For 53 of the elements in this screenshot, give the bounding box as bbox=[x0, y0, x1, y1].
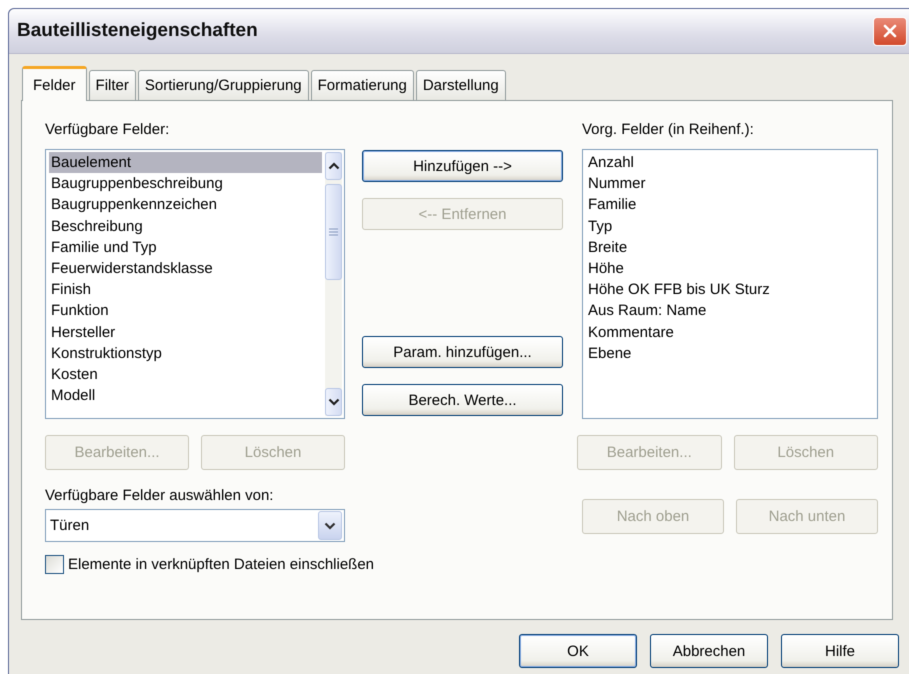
list-item[interactable]: Finish bbox=[49, 279, 322, 300]
list-item[interactable]: Kosten bbox=[49, 364, 322, 386]
list-item[interactable]: Konstruktionstyp bbox=[49, 342, 322, 364]
tab[interactable]: Darstellung bbox=[416, 70, 506, 100]
field-label: Verfügbare Felder auswählen von: bbox=[45, 487, 274, 504]
close-icon bbox=[882, 23, 898, 39]
scroll-thumb[interactable] bbox=[325, 184, 342, 280]
field-label: Verfügbare Felder: bbox=[45, 121, 170, 138]
list-item[interactable]: Familie bbox=[586, 194, 874, 216]
available-fields-list[interactable]: Bauelement Baugruppenbeschreibung Baugruppenkennzeichen Beschreibung Familie und Typ Feuerwiderstandsklasse Finish Funktion Hersteller Konstruktionstyp Kosten Modell bbox=[45, 149, 345, 419]
list-item[interactable]: Höhe bbox=[586, 258, 874, 280]
list-item[interactable]: Typ bbox=[586, 216, 874, 237]
list-item[interactable]: Baugruppenbeschreibung bbox=[49, 173, 322, 194]
grip-icon bbox=[329, 228, 338, 236]
dialog-button[interactable]: OK bbox=[519, 634, 637, 668]
list-item[interactable]: Nummer bbox=[586, 173, 874, 194]
list-item[interactable]: Kommentare bbox=[586, 322, 874, 343]
tab[interactable]: Felder bbox=[22, 66, 87, 101]
dialog-button[interactable]: Hilfe bbox=[781, 634, 899, 668]
dropdown-button[interactable] bbox=[318, 511, 342, 540]
window-title: Bauteillisteneigenschaften bbox=[17, 20, 258, 42]
list-item[interactable]: Aus Raum: Name bbox=[586, 300, 874, 322]
action-button[interactable]: Param. hinzufügen... bbox=[362, 336, 563, 368]
list-item[interactable]: Breite bbox=[586, 236, 874, 258]
tab[interactable]: Sortierung/Gruppierung bbox=[138, 70, 309, 100]
list-item[interactable]: Ebene bbox=[586, 342, 874, 364]
checkbox-label: Elemente in verknüpften Dateien einschließen bbox=[68, 556, 374, 573]
list-item[interactable]: Hersteller bbox=[49, 322, 322, 343]
chevron-down-icon bbox=[324, 522, 336, 530]
action-button[interactable]: Berech. Werte... bbox=[362, 384, 563, 416]
field-label: Vorg. Felder (in Reihenf.): bbox=[582, 121, 755, 138]
list-item[interactable]: Höhe OK FFB bis UK Sturz bbox=[586, 279, 874, 300]
scrollbar[interactable] bbox=[325, 152, 342, 416]
category-dropdown[interactable]: Türen bbox=[45, 509, 345, 542]
checkbox[interactable] bbox=[45, 555, 64, 574]
close-button[interactable] bbox=[873, 16, 907, 46]
list-item[interactable]: Anzahl bbox=[586, 152, 874, 174]
dialog-button[interactable]: Abbrechen bbox=[650, 634, 768, 668]
scroll-up-button[interactable] bbox=[325, 152, 342, 180]
list-item[interactable]: Feuerwiderstandsklasse bbox=[49, 258, 322, 280]
list-item[interactable]: Familie und Typ bbox=[49, 236, 322, 258]
scroll-down-button[interactable] bbox=[325, 388, 342, 416]
list-item[interactable]: Funktion bbox=[49, 300, 322, 322]
tab[interactable]: Filter bbox=[88, 70, 136, 100]
list-item[interactable]: Beschreibung bbox=[49, 216, 322, 237]
tab[interactable]: Formatierung bbox=[310, 70, 414, 100]
chevron-down-icon bbox=[328, 398, 340, 406]
scheduled-fields-list[interactable]: Anzahl Nummer Familie Typ Breite Höhe Höhe OK FFB bis UK Sturz Aus Raum: Name Kommentare Ebene bbox=[582, 149, 878, 419]
list-item[interactable]: Bauelement bbox=[49, 152, 322, 174]
list-item[interactable]: Baugruppenkennzeichen bbox=[49, 194, 322, 216]
list-item[interactable]: Modell bbox=[49, 385, 322, 406]
action-button[interactable]: Hinzufügen --> bbox=[362, 150, 563, 182]
chevron-up-icon bbox=[328, 162, 340, 170]
